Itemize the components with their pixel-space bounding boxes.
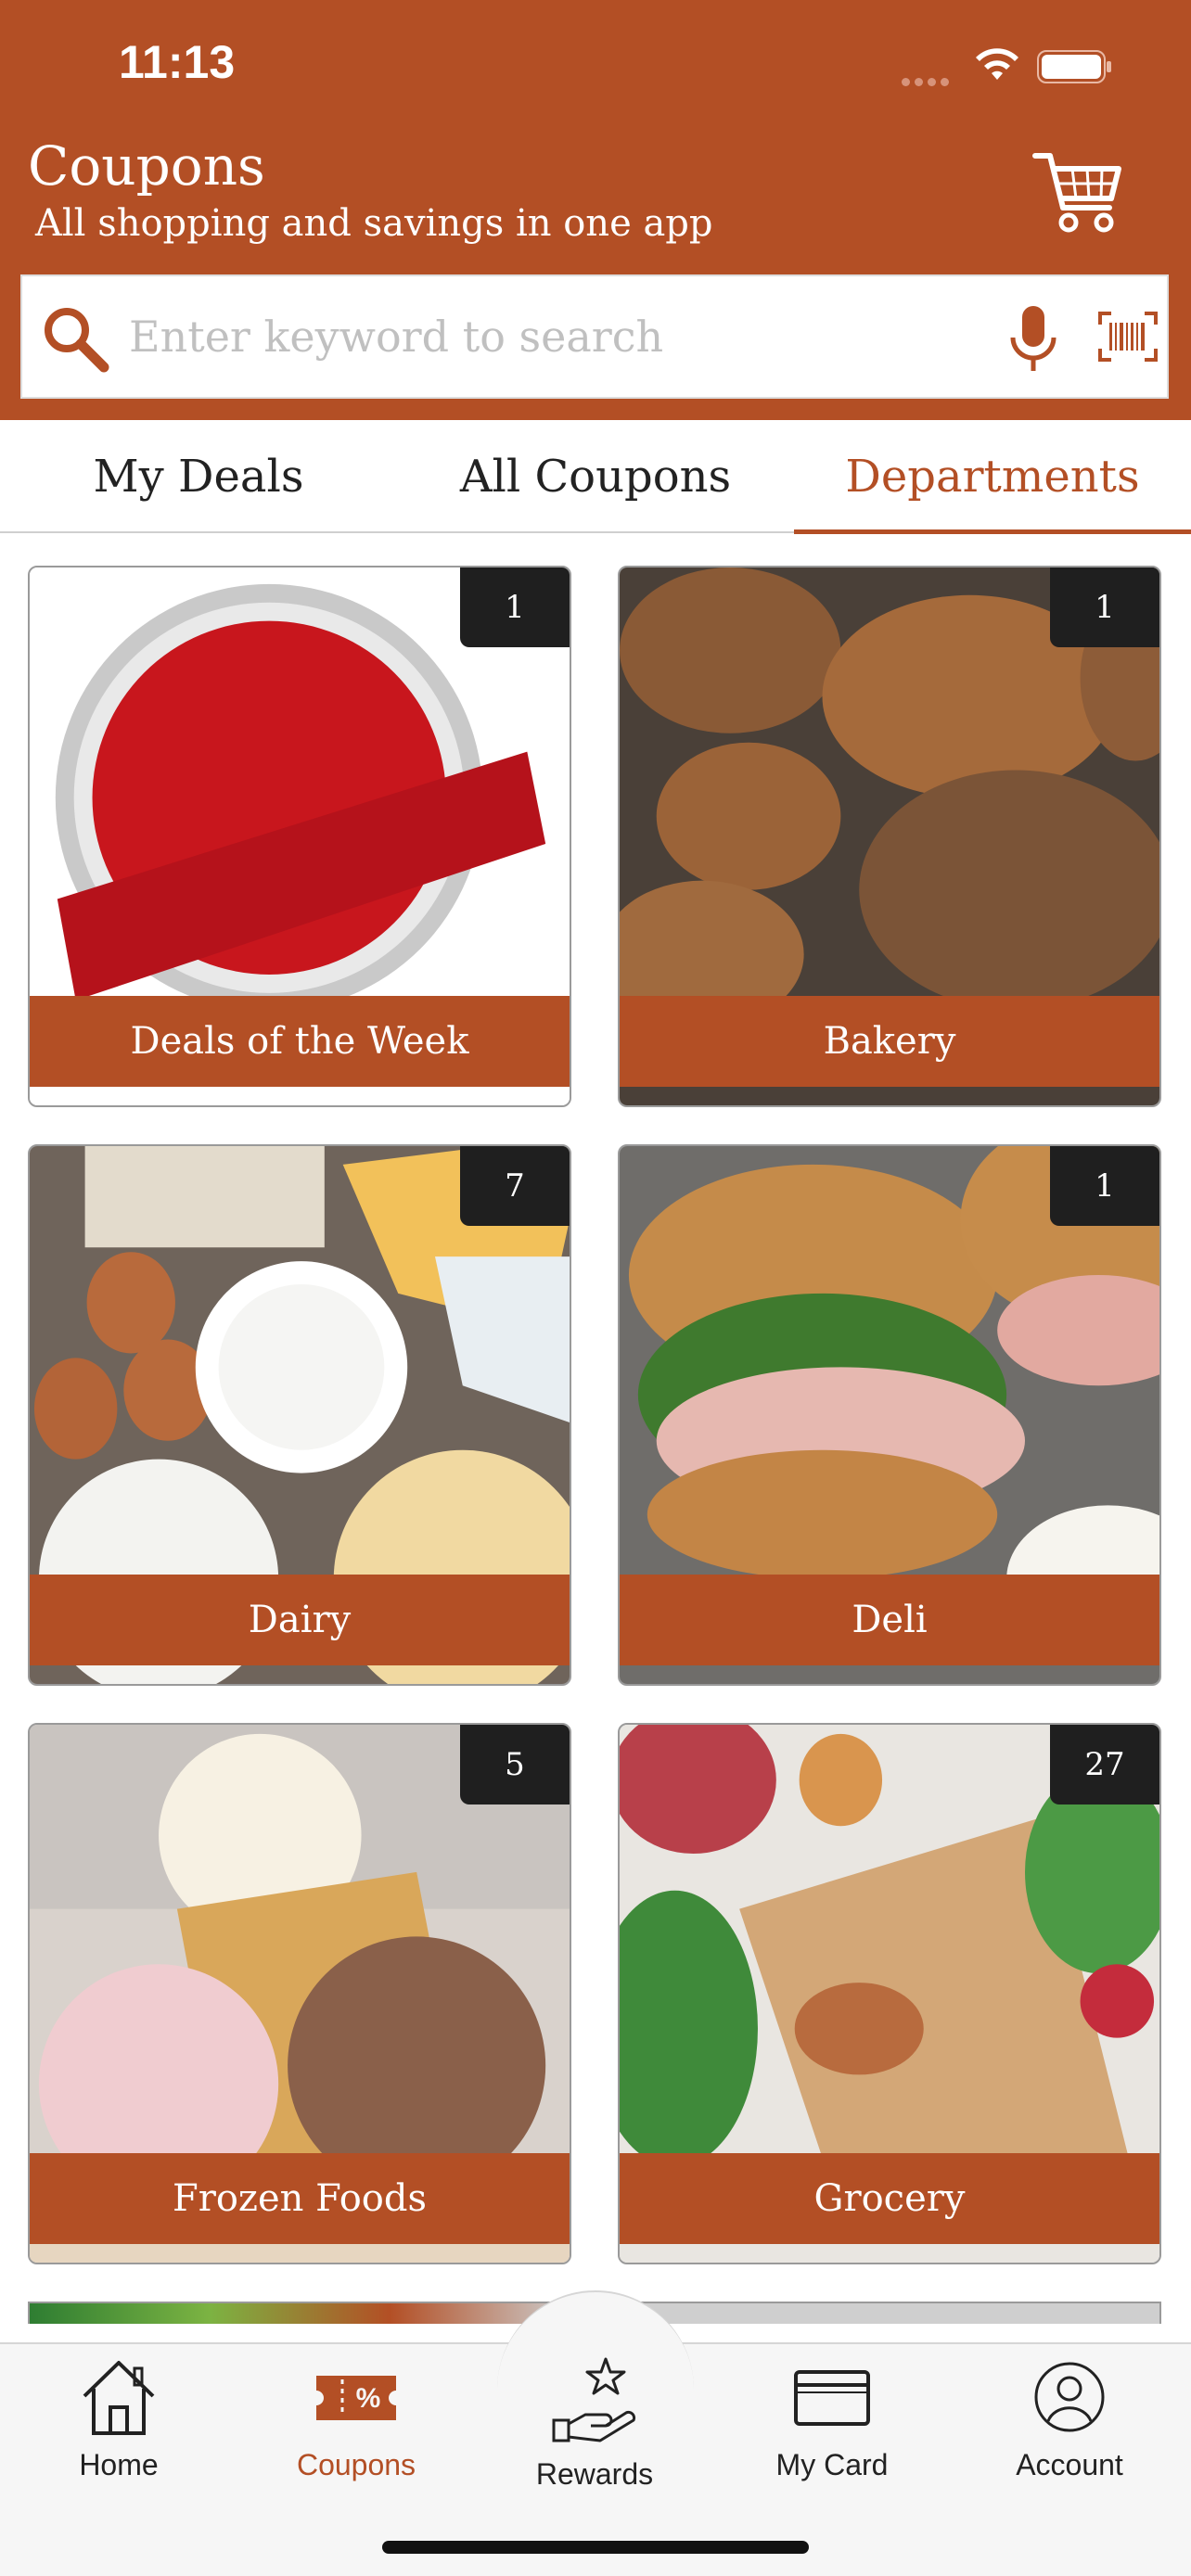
coupon-count-badge: 1 xyxy=(1050,1146,1159,1226)
department-card-dairy[interactable]: 7 Dairy xyxy=(28,1144,571,1686)
nav-coupons[interactable]: % Coupons xyxy=(263,2355,449,2485)
coupon-count-badge: 27 xyxy=(1050,1725,1159,1804)
battery-icon xyxy=(1037,50,1111,83)
department-card-bakery[interactable]: 1 Bakery xyxy=(618,566,1161,1107)
nav-label: Rewards xyxy=(535,2457,654,2491)
partial-department-card[interactable] xyxy=(618,2302,1161,2324)
nav-rewards[interactable]: Rewards xyxy=(502,2355,687,2491)
department-label: Frozen Foods xyxy=(30,2153,570,2244)
department-card-frozen-foods[interactable]: 5 Frozen Foods xyxy=(28,1723,571,2264)
nav-account[interactable]: Account xyxy=(977,2355,1162,2485)
department-card-deals-of-the-week[interactable]: 1 Deals of the Week xyxy=(28,566,571,1107)
nav-label: Account xyxy=(1016,2448,1123,2481)
department-label: Dairy xyxy=(30,1575,570,1665)
signal-icon xyxy=(902,72,955,86)
barcode-scan-icon[interactable] xyxy=(1098,312,1158,362)
department-card-deli[interactable]: 1 Deli xyxy=(618,1144,1161,1686)
tab-all-coupons[interactable]: All Coupons xyxy=(397,420,794,533)
search-input[interactable] xyxy=(129,304,945,369)
home-icon xyxy=(83,2361,155,2435)
app-header: 11:13 Coupons All shopping and savings i… xyxy=(0,0,1191,420)
tab-departments[interactable]: Departments xyxy=(794,420,1191,533)
coupon-count-badge: 1 xyxy=(1050,567,1159,647)
department-label: Grocery xyxy=(620,2153,1159,2244)
nav-label: Home xyxy=(79,2448,159,2481)
nav-home[interactable]: Home xyxy=(26,2355,211,2485)
home-indicator xyxy=(382,2541,809,2554)
page-subtitle: All shopping and savings in one app xyxy=(35,202,713,245)
segment-tabs: My Deals All Coupons Departments xyxy=(0,420,1191,534)
page-title: Coupons xyxy=(28,134,265,198)
nav-my-card[interactable]: My Card xyxy=(739,2355,925,2485)
nav-label: Coupons xyxy=(296,2448,416,2481)
department-label: Deals of the Week xyxy=(30,996,570,1087)
coupon-icon: % xyxy=(316,2376,396,2420)
department-label: Bakery xyxy=(620,996,1159,1087)
wifi-icon xyxy=(976,48,1018,80)
status-time: 11:13 xyxy=(119,36,236,88)
svg-text:%: % xyxy=(356,2383,381,2414)
coupon-count-badge: 1 xyxy=(460,567,570,647)
tab-my-deals[interactable]: My Deals xyxy=(0,420,397,533)
active-tab-indicator xyxy=(794,529,1191,534)
department-label: Deli xyxy=(620,1575,1159,1665)
cart-icon[interactable] xyxy=(1031,147,1124,236)
search-bar xyxy=(20,274,1169,399)
account-icon xyxy=(1034,2362,1105,2432)
coupon-count-badge: 7 xyxy=(460,1146,570,1226)
coupon-count-badge: 5 xyxy=(460,1725,570,1804)
search-icon xyxy=(45,308,109,373)
microphone-icon[interactable] xyxy=(1007,304,1059,375)
partial-department-card[interactable] xyxy=(28,2302,571,2324)
nav-label: My Card xyxy=(775,2448,889,2481)
card-icon xyxy=(794,2370,870,2426)
department-card-grocery[interactable]: 27 Grocery xyxy=(618,1723,1161,2264)
rewards-hand-star-icon xyxy=(552,2357,636,2442)
